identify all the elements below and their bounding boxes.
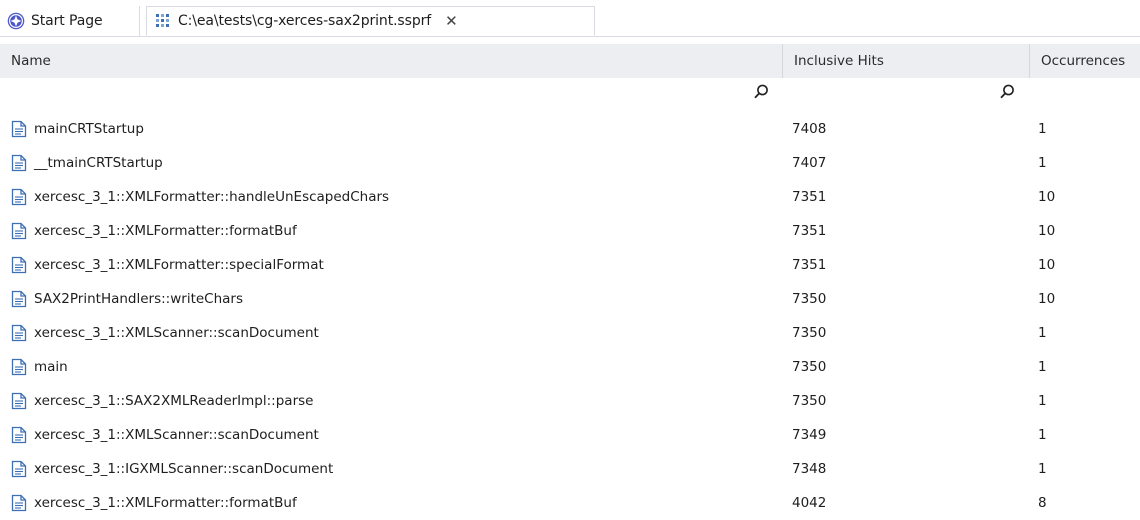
inclusive-hits-value: 7350: [792, 359, 827, 375]
function-name-cell: __tmainCRTStartup: [11, 146, 781, 180]
table-row[interactable]: mainCRTStartup 7408 1: [0, 112, 1140, 146]
function-name: xercesc_3_1::SAX2XMLReaderImpl::parse: [34, 393, 314, 409]
occurrences-value: 1: [1038, 427, 1047, 443]
occurrences-value: 1: [1038, 155, 1047, 171]
function-name: xercesc_3_1::IGXMLScanner::scanDocument: [34, 461, 334, 477]
table-row[interactable]: SAX2PrintHandlers::writeChars 7350 10: [0, 282, 1140, 316]
occurrences-value: 1: [1038, 393, 1047, 409]
function-name-cell: SAX2PrintHandlers::writeChars: [11, 282, 781, 316]
grid-header: Name Inclusive Hits Occurrences: [0, 44, 1140, 78]
start-page-icon: [7, 12, 25, 30]
occurrences-value: 10: [1038, 257, 1056, 273]
function-name: mainCRTStartup: [34, 121, 144, 137]
occurrences-value: 10: [1038, 291, 1056, 307]
document-icon: [11, 154, 27, 172]
column-header-inclusive-hits[interactable]: Inclusive Hits: [782, 44, 1029, 78]
search-icon[interactable]: [998, 83, 1016, 101]
tab-profile-file[interactable]: C:\ea\tests\cg-xerces-sax2print.ssprf ✕: [146, 6, 595, 36]
table-row[interactable]: xercesc_3_1::SAX2XMLReaderImpl::parse 735…: [0, 384, 1140, 418]
function-name: xercesc_3_1::XMLFormatter::formatBuf: [34, 223, 297, 239]
occurrences-value: 1: [1038, 461, 1047, 477]
function-name: main: [34, 359, 68, 375]
search-icon[interactable]: [752, 83, 770, 101]
table-row[interactable]: __tmainCRTStartup 7407 1: [0, 146, 1140, 180]
occurrences-value: 1: [1038, 359, 1047, 375]
inclusive-hits-value: 7350: [792, 393, 827, 409]
document-icon: [11, 256, 27, 274]
name-filter[interactable]: [0, 78, 782, 104]
inclusive-hits-value: 7408: [792, 121, 827, 137]
document-icon: [11, 494, 27, 512]
document-icon: [11, 358, 27, 376]
table-row[interactable]: xercesc_3_1::XMLFormatter::specialFormat…: [0, 248, 1140, 282]
occurrences-value: 1: [1038, 325, 1047, 341]
table-row[interactable]: xercesc_3_1::XMLScanner::scanDocument 735…: [0, 316, 1140, 350]
document-icon: [11, 120, 27, 138]
function-name-cell: xercesc_3_1::XMLFormatter::handleUnEscap…: [11, 180, 781, 214]
function-name: xercesc_3_1::XMLScanner::scanDocument: [34, 325, 319, 341]
inclusive-hits-value: 7348: [792, 461, 827, 477]
table-row[interactable]: xercesc_3_1::XMLFormatter::formatBuf 7351…: [0, 214, 1140, 248]
tab-start-page-label: Start Page: [31, 13, 103, 29]
occurrences-value: 10: [1038, 223, 1056, 239]
function-name-cell: main: [11, 350, 781, 384]
function-name-cell: xercesc_3_1::XMLScanner::scanDocument: [11, 316, 781, 350]
document-tab-bar: Start Page C:\ea\tests\cg-xerces-sax2pri…: [0, 0, 1140, 37]
table-row[interactable]: xercesc_3_1::IGXMLScanner::scanDocument 7…: [0, 452, 1140, 486]
function-name-cell: mainCRTStartup: [11, 112, 781, 146]
document-icon: [11, 188, 27, 206]
table-row[interactable]: xercesc_3_1::XMLFormatter::handleUnEscap…: [0, 180, 1140, 214]
tab-profile-file-label: C:\ea\tests\cg-xerces-sax2print.ssprf: [178, 13, 432, 29]
inclusive-hits-value: 7350: [792, 325, 827, 341]
inclusive-hits-value: 7351: [792, 223, 827, 239]
tab-start-page[interactable]: Start Page: [0, 6, 140, 36]
document-icon: [11, 222, 27, 240]
table-row[interactable]: main 7350 1: [0, 350, 1140, 384]
document-icon: [11, 460, 27, 478]
inclusive-hits-value: 7349: [792, 427, 827, 443]
table-row[interactable]: xercesc_3_1::XMLScanner::scanDocument 734…: [0, 418, 1140, 452]
occurrences-value: 1: [1038, 121, 1047, 137]
column-header-occurrences[interactable]: Occurrences: [1029, 44, 1140, 78]
document-icon: [11, 290, 27, 308]
document-icon: [11, 392, 27, 410]
inclusive-hits-value: 7351: [792, 189, 827, 205]
document-icon: [11, 426, 27, 444]
function-name-cell: xercesc_3_1::SAX2XMLReaderImpl::parse: [11, 384, 781, 418]
function-name: xercesc_3_1::XMLFormatter::specialFormat: [34, 257, 324, 273]
function-name-cell: xercesc_3_1::IGXMLScanner::scanDocument: [11, 452, 781, 486]
filter-row: [0, 78, 1140, 104]
function-name-cell: xercesc_3_1::XMLScanner::scanDocument: [11, 418, 781, 452]
occurrences-value: 10: [1038, 189, 1056, 205]
close-icon[interactable]: ✕: [445, 12, 458, 30]
function-name: xercesc_3_1::XMLFormatter::handleUnEscap…: [34, 189, 390, 205]
inclusive-hits-filter[interactable]: [782, 78, 1029, 104]
function-name-cell: xercesc_3_1::XMLFormatter::formatBuf: [11, 214, 781, 248]
profiler-icon: [156, 14, 169, 27]
column-header-name[interactable]: Name: [0, 44, 782, 78]
function-name-cell: xercesc_3_1::XMLFormatter::specialFormat: [11, 248, 781, 282]
function-name: xercesc_3_1::XMLScanner::scanDocument: [34, 427, 319, 443]
inclusive-hits-value: 7351: [792, 257, 827, 273]
document-icon: [11, 324, 27, 342]
inclusive-hits-value: 7350: [792, 291, 827, 307]
function-name: __tmainCRTStartup: [34, 155, 163, 171]
inclusive-hits-value: 7407: [792, 155, 827, 171]
function-name: SAX2PrintHandlers::writeChars: [34, 291, 244, 307]
